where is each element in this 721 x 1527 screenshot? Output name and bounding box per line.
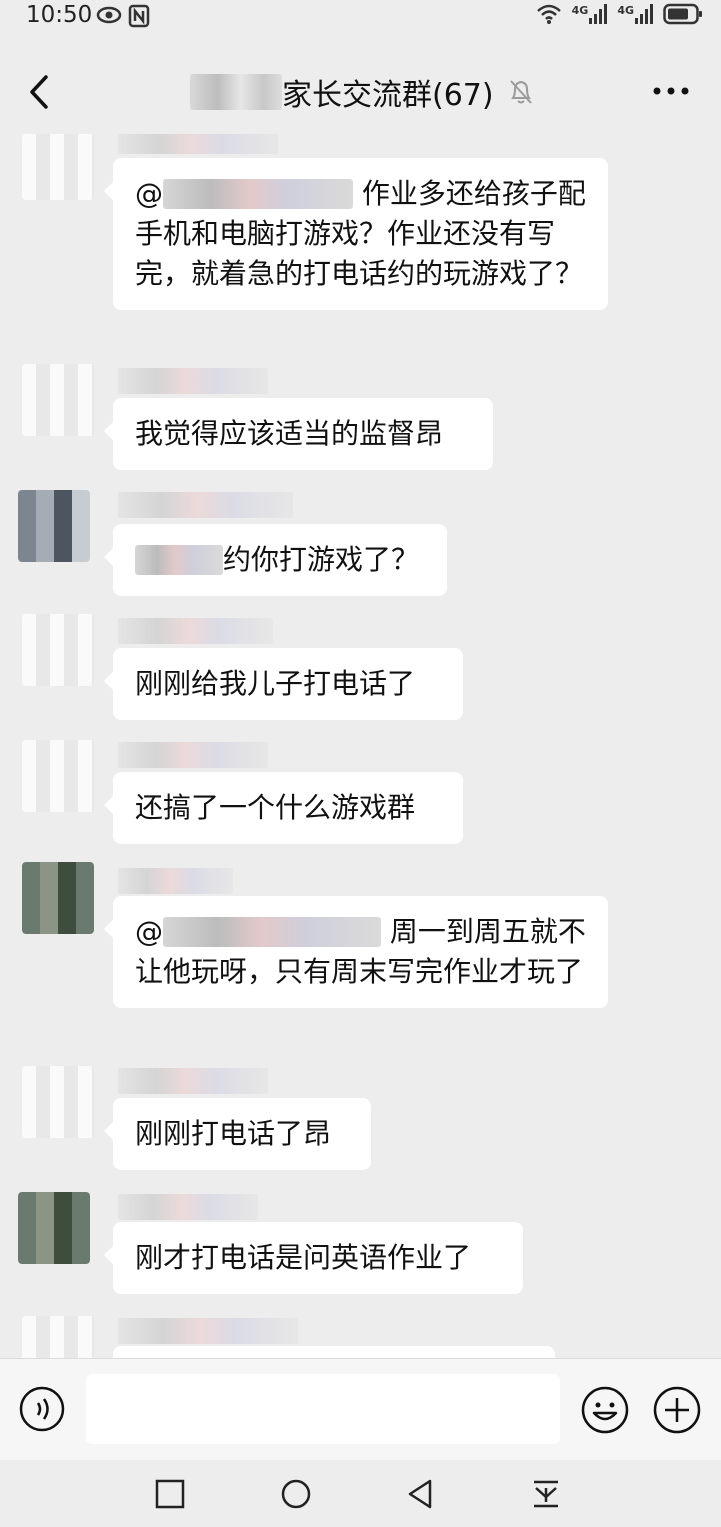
emoji-icon: [581, 1386, 629, 1434]
plus-icon: [653, 1386, 701, 1434]
avatar[interactable]: [22, 614, 94, 686]
signal-bars-icon: [589, 4, 608, 24]
message-bubble[interactable]: 还搞了一个什么游戏群: [104, 772, 463, 844]
status-time: 10:50: [26, 2, 93, 28]
message-bubble[interactable]: 刚才打电话是问英语作业了: [104, 1222, 523, 1294]
message-bubble[interactable]: @ 周一到周五就不让他玩呀，只有周末写完作业才玩了: [104, 896, 608, 1008]
sender-name-redacted: [118, 368, 268, 394]
message-text: 刚刚打电话了昂: [135, 1117, 332, 1150]
network-label-1: 4G: [571, 4, 589, 17]
more-button[interactable]: [651, 76, 691, 106]
message-text: 我觉得应该适当的监督昂: [135, 417, 444, 450]
message-bubble[interactable]: @ 作业多还给孩子配手机和电脑打游戏？作业还没有写完，就着急的打电话约的玩游戏了…: [104, 158, 608, 310]
message-text-redacted: [135, 545, 223, 575]
message-list[interactable]: @ 作业多还给孩子配手机和电脑打游戏？作业还没有写完，就着急的打电话约的玩游戏了…: [0, 134, 721, 1358]
network-label-2: 4G: [617, 4, 634, 17]
home-button[interactable]: [280, 1478, 312, 1510]
sender-name-redacted: [118, 618, 273, 644]
emoji-button[interactable]: [580, 1385, 630, 1435]
avatar[interactable]: [22, 1316, 94, 1358]
sender-name-redacted: [118, 742, 268, 768]
plus-button[interactable]: [652, 1385, 702, 1435]
message-text: 刚才打电话是问英语作业了: [135, 1241, 472, 1274]
status-icons-left: [96, 4, 150, 28]
more-dots-icon: [653, 87, 689, 95]
bell-muted-icon: [509, 80, 532, 104]
input-bar: [0, 1358, 721, 1461]
sender-name-redacted: [118, 1194, 258, 1220]
notification-pull-button[interactable]: [530, 1478, 562, 1510]
pull-down-icon: [534, 1480, 558, 1508]
voice-icon: [19, 1386, 65, 1432]
message-text: @: [135, 915, 163, 948]
avatar[interactable]: [22, 134, 94, 200]
avatar[interactable]: [22, 740, 94, 812]
voice-button[interactable]: [18, 1385, 66, 1433]
message-bubble[interactable]: 刚刚打电话了昂: [104, 1098, 371, 1170]
triangle-back-icon: [408, 1479, 432, 1509]
battery-icon: [663, 3, 702, 25]
sender-name-redacted: [118, 1318, 298, 1344]
avatar[interactable]: [22, 862, 94, 934]
square-icon: [155, 1479, 185, 1509]
message-bubble[interactable]: 我觉得应该适当的监督昂: [104, 398, 493, 470]
status-bar: 10:50 4G 4G: [0, 0, 721, 34]
signal-1: 4G: [572, 4, 608, 24]
title-redacted: [190, 74, 282, 110]
mention-redacted: [163, 179, 353, 209]
chat-title-text: 家长交流群(67): [282, 78, 494, 113]
sender-name-redacted: [118, 1068, 268, 1094]
mention-redacted: [163, 917, 381, 947]
signal-2: 4G: [617, 4, 653, 24]
back-nav-button[interactable]: [404, 1478, 436, 1510]
back-arrow-icon: [30, 75, 48, 109]
recents-button[interactable]: [154, 1478, 186, 1510]
wifi-icon: [536, 4, 561, 24]
chat-title: 家长交流群(67): [190, 70, 534, 114]
avatar[interactable]: [22, 1066, 94, 1138]
nfc-icon: [128, 4, 150, 28]
message-text: @: [135, 177, 163, 210]
avatar[interactable]: [18, 1192, 90, 1264]
avatar[interactable]: [18, 490, 90, 562]
message-text: 约你打游戏了？: [223, 543, 420, 576]
circle-icon: [281, 1479, 311, 1509]
back-button[interactable]: [22, 72, 58, 112]
message-bubble[interactable]: 刚刚给我儿子打电话了: [104, 648, 463, 720]
sender-name-redacted: [118, 868, 233, 894]
avatar[interactable]: [22, 364, 94, 436]
message-bubble[interactable]: [113, 1346, 555, 1358]
sender-name-redacted: [118, 492, 293, 518]
message-text: 刚刚给我儿子打电话了: [135, 667, 416, 700]
status-icons-right: 4G 4G: [536, 3, 703, 25]
sender-name-redacted: [118, 134, 278, 154]
message-input[interactable]: [86, 1374, 560, 1444]
message-bubble[interactable]: 约你打游戏了？: [104, 524, 447, 596]
chat-header: 家长交流群(67): [0, 50, 721, 134]
message-text: 还搞了一个什么游戏群: [135, 791, 416, 824]
system-nav-bar: [0, 1460, 721, 1527]
eye-icon: [96, 6, 122, 24]
signal-bars-icon: [635, 4, 653, 24]
